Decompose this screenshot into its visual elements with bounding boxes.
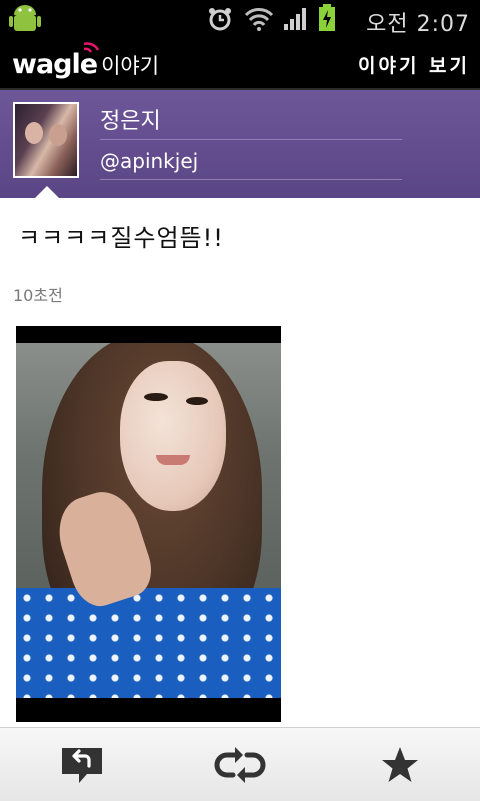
profile-header <box>0 90 480 198</box>
battery-charging-icon <box>319 4 335 31</box>
app-logo: wagle 이야기 <box>12 42 160 80</box>
signal-icon <box>284 8 306 30</box>
profile-handle[interactable]: @apinkjej <box>100 149 198 173</box>
avatar[interactable] <box>13 102 79 178</box>
clock: 오전 2:07 <box>366 12 470 37</box>
post-timestamp: 10초전 <box>13 286 63 305</box>
logo-signal-icon <box>83 42 100 53</box>
photo-content <box>16 343 281 698</box>
logo-text: wagle <box>12 49 98 80</box>
post-photo[interactable] <box>16 326 281 722</box>
wifi-icon <box>244 8 274 31</box>
retweet-button[interactable] <box>210 740 270 790</box>
view-stories-link[interactable]: 이야기 보기 <box>358 51 470 78</box>
divider <box>100 139 402 140</box>
photo-mouth <box>156 455 190 465</box>
status-bar: 오전 2:07 <box>0 0 480 38</box>
divider <box>100 179 402 180</box>
post-text: ㅋㅋㅋㅋ질수엄뜸!! <box>18 224 224 252</box>
alarm-icon <box>209 8 231 31</box>
photo-shirt <box>16 588 281 698</box>
logo-subtitle: 이야기 <box>101 54 160 78</box>
photo-eye <box>186 397 208 405</box>
profile-name[interactable]: 정은지 <box>100 103 161 135</box>
retweet-icon <box>214 747 266 783</box>
reply-icon <box>62 748 102 783</box>
header-pointer <box>33 186 61 200</box>
android-icon <box>9 5 41 31</box>
photo-face <box>120 361 226 511</box>
star-icon <box>382 747 418 782</box>
favorite-button[interactable] <box>370 740 430 790</box>
photo-eye <box>144 393 168 401</box>
reply-button[interactable] <box>52 740 112 790</box>
bottom-action-bar <box>0 727 480 801</box>
app-bar: wagle 이야기 이야기 보기 <box>0 38 480 90</box>
